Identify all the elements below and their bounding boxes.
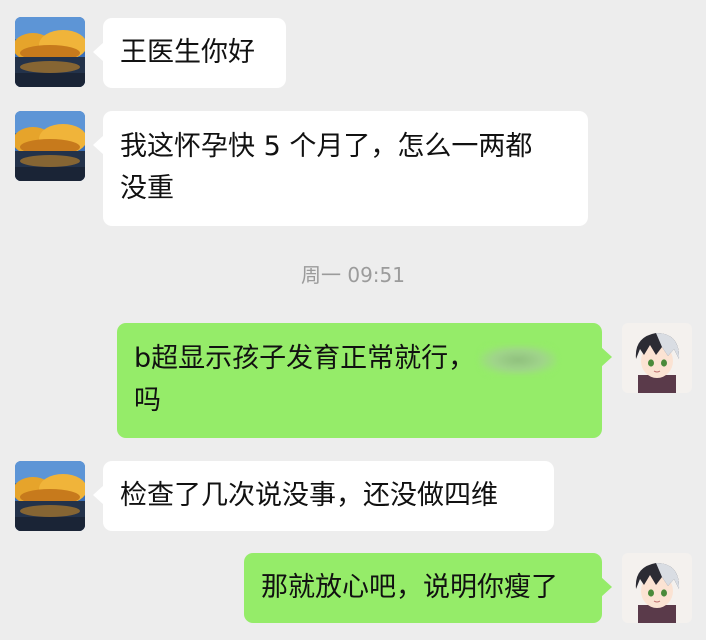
message-text-line: 没重 — [120, 173, 174, 204]
message-bubble-outgoing[interactable]: b超显示孩子发育正常就行， 吗 — [117, 323, 612, 438]
anime-boy-avatar-icon — [622, 553, 692, 623]
patient-avatar[interactable] — [15, 461, 85, 531]
anime-boy-avatar-icon — [622, 323, 692, 393]
landscape-avatar-icon — [15, 111, 85, 181]
redacted-text-blur — [479, 344, 558, 375]
landscape-avatar-icon — [15, 17, 85, 87]
message-text-visible: b超显示孩子发育正常就行， — [134, 343, 476, 374]
patient-avatar[interactable] — [15, 111, 85, 181]
doctor-avatar[interactable] — [622, 553, 692, 623]
chat-timestamp: 周一 09:51 — [301, 263, 405, 287]
message-text-line: 吗 — [134, 385, 161, 416]
message-bubble-incoming[interactable]: 检查了几次说没事，还没做四维 — [93, 461, 554, 531]
message-text: 那就放心吧，说明你瘦了 — [261, 572, 558, 603]
landscape-avatar-icon — [15, 461, 85, 531]
patient-avatar[interactable] — [15, 17, 85, 87]
message-bubble-incoming[interactable]: 王医生你好 — [93, 18, 286, 88]
message-bubble-outgoing[interactable]: 那就放心吧，说明你瘦了 — [244, 553, 612, 623]
message-bubble-incoming[interactable]: 我这怀孕快 5 个月了，怎么一两都 没重 — [93, 111, 588, 226]
doctor-avatar[interactable] — [622, 323, 692, 393]
message-text-line: b超显示孩子发育正常就行， — [134, 338, 585, 380]
message-text: 王医生你好 — [120, 37, 255, 68]
message-text-line: 我这怀孕快 5 个月了，怎么一两都 — [120, 131, 533, 162]
message-text: 检查了几次说没事，还没做四维 — [120, 480, 498, 511]
